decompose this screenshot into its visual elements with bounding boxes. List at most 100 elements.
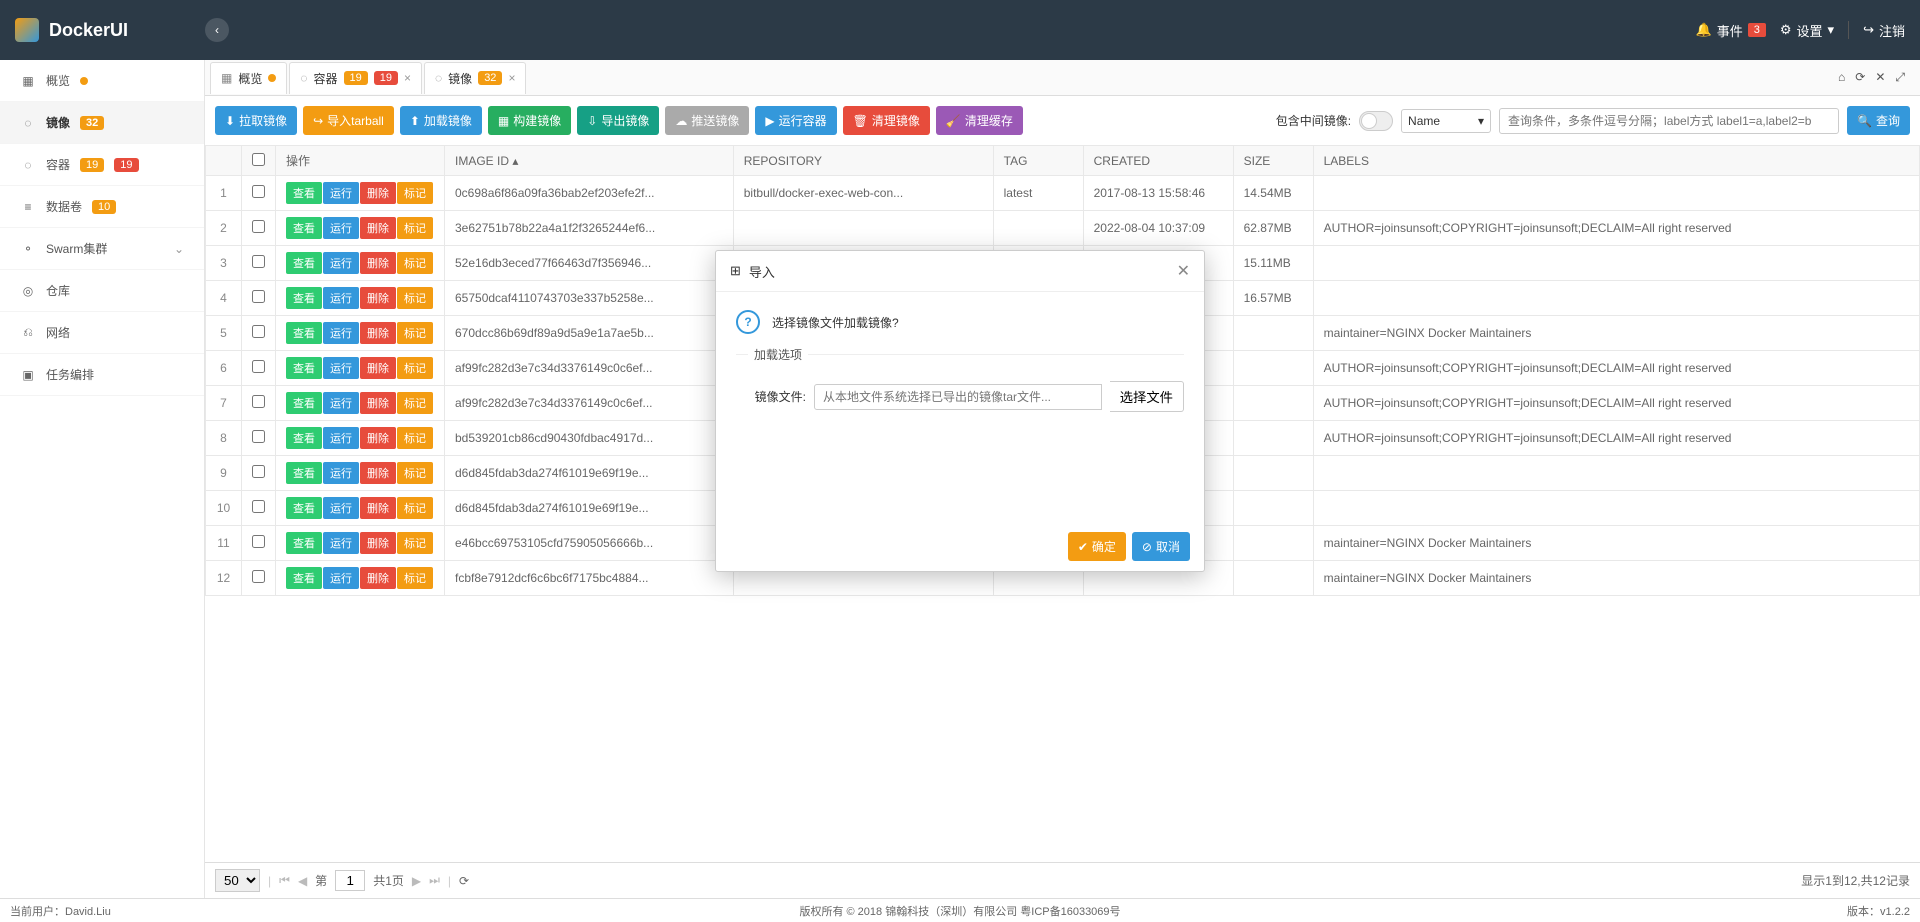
row-checkbox[interactable] <box>252 185 265 198</box>
search-field-select[interactable]: Name▾ <box>1401 109 1491 133</box>
tab-2[interactable]: ◌镜像32× <box>424 62 526 94</box>
modal-cancel-button[interactable]: ⊘ 取消 <box>1132 532 1190 561</box>
run-button[interactable]: 运行 <box>323 252 359 274</box>
tag-button[interactable]: 标记 <box>397 252 433 274</box>
tag-button[interactable]: 标记 <box>397 287 433 309</box>
run-button[interactable]: 运行 <box>323 322 359 344</box>
view-button[interactable]: 查看 <box>286 217 322 239</box>
sidebar-item-2[interactable]: ◌容器1919 <box>0 144 204 186</box>
row-checkbox[interactable] <box>252 430 265 443</box>
tab-close-icon[interactable]: × <box>508 71 515 85</box>
delete-button[interactable]: 删除 <box>360 497 396 519</box>
row-checkbox[interactable] <box>252 290 265 303</box>
row-checkbox[interactable] <box>252 535 265 548</box>
delete-button[interactable]: 删除 <box>360 322 396 344</box>
refresh-page-icon[interactable]: ⟳ <box>459 874 469 888</box>
refresh-icon[interactable]: ⟳ <box>1855 70 1865 85</box>
delete-button[interactable]: 删除 <box>360 217 396 239</box>
sidebar-item-3[interactable]: ≡数据卷10 <box>0 186 204 228</box>
home-icon[interactable]: ⌂ <box>1838 70 1845 85</box>
sidebar-item-6[interactable]: ⎌网络 <box>0 312 204 354</box>
view-button[interactable]: 查看 <box>286 357 322 379</box>
row-checkbox[interactable] <box>252 465 265 478</box>
row-checkbox[interactable] <box>252 360 265 373</box>
run-container-button[interactable]: ▶运行容器 <box>755 106 836 135</box>
run-button[interactable]: 运行 <box>323 357 359 379</box>
view-button[interactable]: 查看 <box>286 497 322 519</box>
tag-button[interactable]: 标记 <box>397 392 433 414</box>
sidebar-item-1[interactable]: ◌镜像32 <box>0 102 204 144</box>
col-labels[interactable]: LABELS <box>1313 146 1919 176</box>
clean-cache-button[interactable]: 🧹清理缓存 <box>936 106 1023 135</box>
push-image-button[interactable]: ☁推送镜像 <box>665 106 749 135</box>
tag-button[interactable]: 标记 <box>397 427 433 449</box>
search-input[interactable] <box>1499 108 1839 134</box>
tag-button[interactable]: 标记 <box>397 497 433 519</box>
close-all-icon[interactable]: ✕ <box>1875 70 1885 85</box>
view-button[interactable]: 查看 <box>286 532 322 554</box>
run-button[interactable]: 运行 <box>323 287 359 309</box>
search-button[interactable]: 🔍查询 <box>1847 106 1910 135</box>
col-repository[interactable]: REPOSITORY <box>733 146 993 176</box>
view-button[interactable]: 查看 <box>286 322 322 344</box>
tag-button[interactable]: 标记 <box>397 567 433 589</box>
run-button[interactable]: 运行 <box>323 497 359 519</box>
settings-menu[interactable]: ⚙ 设置 ▾ <box>1780 21 1834 40</box>
delete-button[interactable]: 删除 <box>360 182 396 204</box>
row-checkbox[interactable] <box>252 570 265 583</box>
delete-button[interactable]: 删除 <box>360 287 396 309</box>
view-button[interactable]: 查看 <box>286 392 322 414</box>
include-intermediate-toggle[interactable] <box>1359 111 1393 131</box>
delete-button[interactable]: 删除 <box>360 392 396 414</box>
sidebar-collapse-button[interactable]: ‹ <box>205 18 229 42</box>
page-size-select[interactable]: 50 <box>215 869 260 892</box>
run-button[interactable]: 运行 <box>323 182 359 204</box>
clean-image-button[interactable]: 🗑清理镜像 <box>843 106 930 135</box>
delete-button[interactable]: 删除 <box>360 357 396 379</box>
events-button[interactable]: 🔔 事件 3 <box>1696 21 1766 40</box>
page-number-input[interactable] <box>335 870 365 891</box>
choose-file-button[interactable]: 选择文件 <box>1110 381 1184 412</box>
view-button[interactable]: 查看 <box>286 567 322 589</box>
col-tag[interactable]: TAG <box>993 146 1083 176</box>
col-created[interactable]: CREATED <box>1083 146 1233 176</box>
sidebar-item-7[interactable]: ▣任务编排 <box>0 354 204 396</box>
modal-ok-button[interactable]: ✔ 确定 <box>1068 532 1126 561</box>
first-page-icon[interactable]: ⏮ <box>279 873 290 888</box>
row-checkbox[interactable] <box>252 220 265 233</box>
load-image-button[interactable]: ⬆加载镜像 <box>400 106 482 135</box>
tab-0[interactable]: ▦概览 <box>210 62 287 94</box>
run-button[interactable]: 运行 <box>323 532 359 554</box>
file-path-input[interactable] <box>814 384 1102 410</box>
tab-close-icon[interactable]: × <box>404 71 411 85</box>
import-tarball-button[interactable]: ↪导入tarball <box>303 106 394 135</box>
expand-icon[interactable]: ⤢ <box>1895 70 1905 85</box>
sidebar-item-0[interactable]: ▦概览 <box>0 60 204 102</box>
build-image-button[interactable]: ▦构建镜像 <box>488 106 571 135</box>
col-image-id[interactable]: IMAGE ID ▴ <box>445 146 734 176</box>
view-button[interactable]: 查看 <box>286 462 322 484</box>
view-button[interactable]: 查看 <box>286 252 322 274</box>
modal-close-button[interactable]: ✕ <box>1177 261 1190 281</box>
tab-1[interactable]: ◌容器1919× <box>289 62 422 94</box>
row-checkbox[interactable] <box>252 395 265 408</box>
run-button[interactable]: 运行 <box>323 217 359 239</box>
delete-button[interactable]: 删除 <box>360 532 396 554</box>
tag-button[interactable]: 标记 <box>397 462 433 484</box>
run-button[interactable]: 运行 <box>323 462 359 484</box>
tag-button[interactable]: 标记 <box>397 357 433 379</box>
pull-image-button[interactable]: ⬇拉取镜像 <box>215 106 297 135</box>
delete-button[interactable]: 删除 <box>360 252 396 274</box>
row-checkbox[interactable] <box>252 325 265 338</box>
view-button[interactable]: 查看 <box>286 287 322 309</box>
tag-button[interactable]: 标记 <box>397 532 433 554</box>
run-button[interactable]: 运行 <box>323 567 359 589</box>
prev-page-icon[interactable]: ◀ <box>298 874 307 888</box>
export-image-button[interactable]: ⇩导出镜像 <box>577 106 659 135</box>
view-button[interactable]: 查看 <box>286 182 322 204</box>
col-size[interactable]: SIZE <box>1233 146 1313 176</box>
delete-button[interactable]: 删除 <box>360 427 396 449</box>
last-page-icon[interactable]: ⏭ <box>429 873 440 888</box>
row-checkbox[interactable] <box>252 255 265 268</box>
view-button[interactable]: 查看 <box>286 427 322 449</box>
